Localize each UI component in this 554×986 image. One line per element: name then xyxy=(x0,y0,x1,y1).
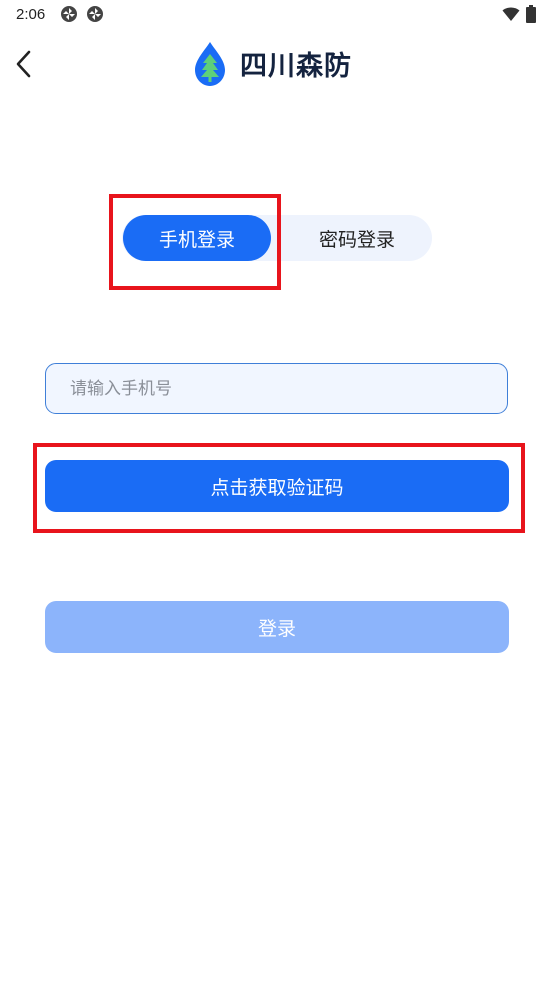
status-bar: 2:06 xyxy=(0,0,554,30)
app-title: 四川森防 xyxy=(240,51,352,82)
get-code-button[interactable]: 点击获取验证码 xyxy=(45,460,509,512)
wifi-icon xyxy=(502,7,520,21)
phone-input-container xyxy=(45,363,508,414)
tab-password-login[interactable]: 密码登录 xyxy=(282,215,432,261)
battery-icon xyxy=(526,5,536,23)
phone-input[interactable] xyxy=(46,364,507,413)
login-button[interactable]: 登录 xyxy=(45,601,509,653)
chevron-left-icon xyxy=(16,50,31,78)
back-button[interactable] xyxy=(6,44,42,84)
tree-drop-icon xyxy=(195,42,225,86)
login-mode-tabs: 手机登录 密码登录 xyxy=(122,215,432,261)
status-time: 2:06 xyxy=(16,6,46,23)
tab-phone-login[interactable]: 手机登录 xyxy=(123,215,271,261)
pinwheel-icon xyxy=(61,6,77,22)
pinwheel-icon xyxy=(87,6,103,22)
